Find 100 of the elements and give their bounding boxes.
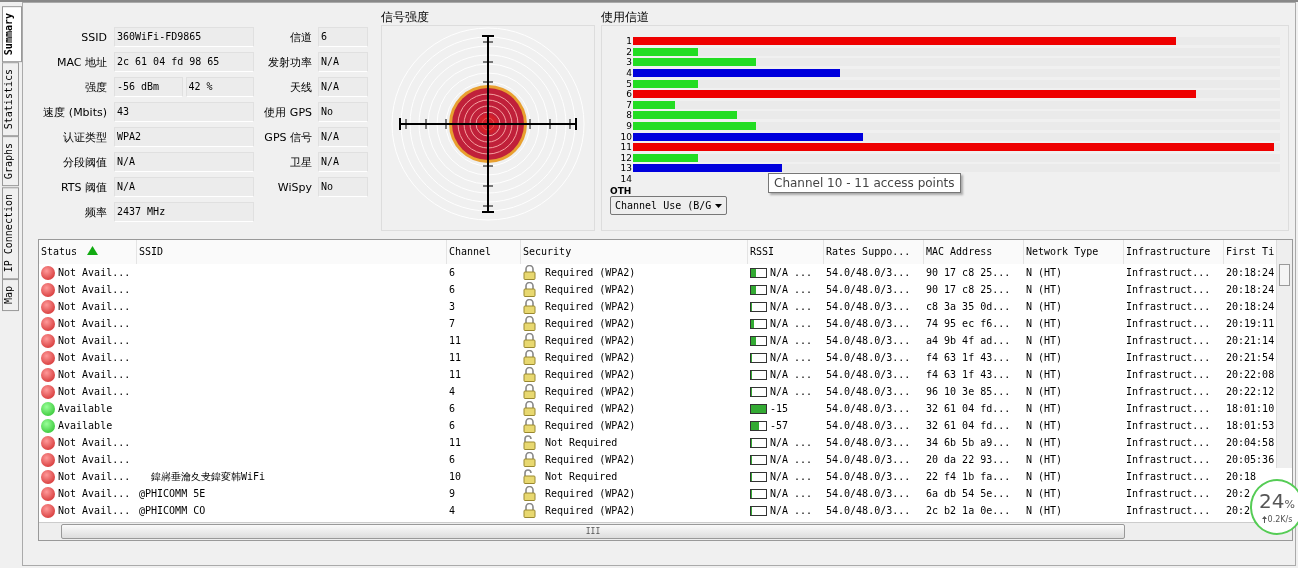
rssi-text: N/A ... [770,437,813,448]
channel-number: 12 [619,152,633,163]
table-cell-text: 11 [448,437,463,448]
status-text: Not Avail... [58,386,131,397]
column-header[interactable]: Channel [447,240,521,264]
table-cell-text: 20:18:24 [1225,284,1276,295]
padlock-icon [523,503,536,518]
field-label: 速度 (Mbits) [42,104,107,120]
value-field: N/A [114,177,254,197]
table-cell-text: 20:18:24 [1225,267,1276,278]
table-cell-text: N (HT) [1025,267,1064,278]
table-cell-text: N (HT) [1025,488,1064,499]
signal-meter-icon [750,437,767,448]
signal-meter-icon [750,284,767,295]
table-cell-text: 11 [448,369,463,380]
field-label: 分段阈值 [62,154,107,170]
table-cell-text: Infrastruct... [1125,318,1212,329]
table-cell-text: 54.0/48.0/3... [825,284,912,295]
security-text: Required (WPA2) [545,488,636,499]
side-tab[interactable]: IP Connection [2,186,19,279]
table-cell-text: 32 61 04 fd... [925,403,1012,414]
table-cell-text: Infrastruct... [1125,454,1212,465]
status-text: Available [58,403,113,414]
column-header[interactable]: Status [39,240,137,264]
rssi-text: N/A ... [770,301,813,312]
side-tab[interactable]: Map [2,278,19,311]
table-cell-text: Infrastruct... [1125,386,1212,397]
table-cell-text: 11 [448,352,463,363]
table-cell-text: N (HT) [1025,301,1064,312]
security-text: Required (WPA2) [545,505,636,516]
rssi-text: N/A ... [770,318,813,329]
table-cell-text: 20:04:58 [1225,437,1276,448]
rssi-text: N/A ... [770,369,813,380]
channel-number: 13 [619,163,633,174]
side-tab[interactable]: Summary [2,6,22,63]
sort-ascending-icon [87,246,99,255]
status-text: Not Avail... [58,301,131,312]
column-header[interactable]: Network Type [1024,240,1124,264]
column-header[interactable]: Infrastructure [1124,240,1224,264]
table-cell-text: 54.0/48.0/3... [825,369,912,380]
table-cell-text: N (HT) [1025,335,1064,346]
channel-number: 8 [625,110,633,121]
field-label: MAC 地址 [56,54,107,70]
table-cell-text: 18:01:10 [1225,403,1276,414]
status-text: Not Avail... [58,352,131,363]
status-text: Not Avail... [58,335,131,346]
field-label: 信道 [289,29,312,45]
signal-meter-icon [750,420,767,431]
horizontal-scrollbar[interactable]: III [39,522,1292,540]
column-header[interactable]: RSSI [748,240,824,264]
rssi-text: -57 [770,420,789,431]
status-text: Not Avail... [58,505,131,516]
table-cell-text: 11 [448,335,463,346]
security-text: Required (WPA2) [545,284,636,295]
table-cell-text: 6 [448,284,457,295]
value-field: No [318,177,368,197]
table-cell-text: a4 9b 4f ad... [925,335,1012,346]
table-cell-text: Infrastruct... [1125,335,1212,346]
table-cell-text: 34 6b 5b a9... [925,437,1012,448]
table-cell-text: 3 [448,301,457,312]
signal-meter-icon [750,505,767,516]
table-cell-text: f4 63 1f 43... [925,369,1012,380]
padlock-icon [523,282,536,297]
status-text: Available [58,420,113,431]
channel-number: 10 [619,131,633,142]
column-header[interactable]: MAC Address [924,240,1024,264]
table-cell-text: 20:2 [1225,488,1252,499]
table-cell-text: 20:2 [1225,505,1252,516]
table-cell-text: 54.0/48.0/3... [825,505,912,516]
table-cell-text: Infrastruct... [1125,267,1212,278]
padlock-icon [523,299,536,314]
rssi-text: N/A ... [770,267,813,278]
padlock-icon [523,401,536,416]
table-cell-text: 7 [448,318,457,329]
security-text: Not Required [545,437,618,448]
vertical-scrollbar[interactable] [1276,240,1292,468]
column-header[interactable]: Security [521,240,748,264]
value-field: 2437 MHz [114,202,254,222]
status-text: Not Avail... [58,437,131,448]
table-cell-text: @PHICOMM_5E [138,488,207,499]
security-text: Required (WPA2) [545,369,636,380]
side-tab[interactable]: Graphs [2,136,19,187]
status-text: Not Avail... [58,284,131,295]
channel-number: 14 [619,174,633,184]
table-cell-text: 54.0/48.0/3... [825,267,912,278]
caret-icon [715,203,723,208]
column-header[interactable]: SSID [137,240,447,264]
rssi-text: N/A ... [770,488,813,499]
padlock-icon [523,418,536,433]
side-tab[interactable]: Statistics [2,62,19,137]
channel-mode-dropdown[interactable]: Channel Use (B/G [610,196,728,216]
column-header[interactable]: First Ti [1224,240,1277,264]
channel-number: 1 [625,36,633,47]
value-field: 360WiFi-FD9865 [114,27,254,47]
column-header[interactable]: Rates Suppo... [824,240,924,264]
value-field: N/A [318,77,368,97]
rssi-text: N/A ... [770,454,813,465]
table-cell-text: Infrastruct... [1125,284,1212,295]
table-cell-text: N (HT) [1025,352,1064,363]
status-text: Not Avail... [58,267,131,278]
